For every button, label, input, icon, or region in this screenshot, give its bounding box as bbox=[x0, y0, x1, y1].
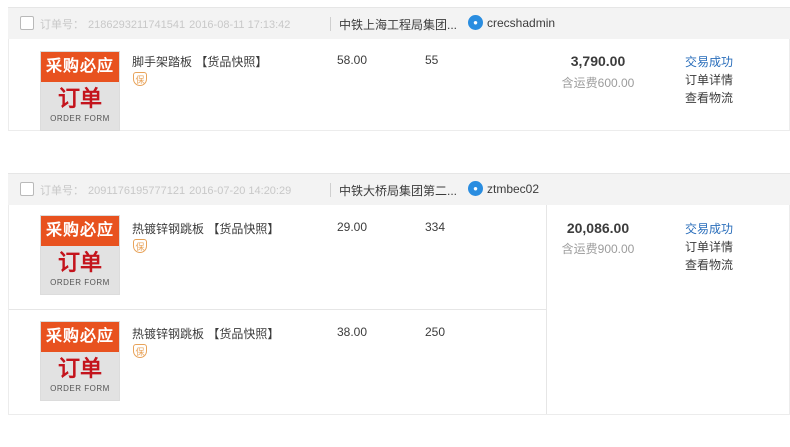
thumb-small-text: ORDER FORM bbox=[50, 384, 110, 393]
product-title: 热镀锌钢跳板 【货品快照】 bbox=[132, 325, 279, 342]
thumb-big-text: 订单 bbox=[57, 250, 102, 275]
thumb-bottom: 订单 ORDER FORM bbox=[41, 352, 119, 400]
order-item-row: 采购必应 订单 ORDER FORM 热镀锌钢跳板 【货品快照】 保 29.00… bbox=[9, 205, 546, 309]
order-no-label: 订单号： bbox=[40, 19, 84, 31]
product-title: 热镀锌钢跳板 【货品快照】 bbox=[132, 220, 279, 237]
thumb-big-text: 订单 bbox=[57, 86, 102, 111]
product-thumbnail[interactable]: 采购必应 订单 ORDER FORM bbox=[40, 51, 120, 131]
order-meta: 订单号： 2091176195777121 2016-07-20 14:20:29 bbox=[40, 182, 295, 198]
order-item-row: 采购必应 订单 ORDER FORM 热镀锌钢跳板 【货品快照】 保 38.00… bbox=[9, 309, 546, 414]
unit-price: 29.00 bbox=[337, 220, 368, 234]
trade-status[interactable]: 交易成功 bbox=[685, 53, 733, 70]
order-card: 订单号： 2186293211741541 2016-08-11 17:13:42 … bbox=[8, 7, 790, 131]
wangwang-chat-icon[interactable]: ● bbox=[468, 15, 483, 30]
order-total: 20,086.00 bbox=[566, 220, 630, 236]
thumb-top-text: 采购必应 bbox=[41, 322, 119, 352]
shield-icon[interactable]: 保 bbox=[133, 344, 147, 358]
trade-status[interactable]: 交易成功 bbox=[685, 220, 733, 237]
thumb-small-text: ORDER FORM bbox=[50, 114, 110, 123]
snapshot-link[interactable]: 【货品快照】 bbox=[207, 327, 279, 341]
product-thumbnail[interactable]: 采购必应 订单 ORDER FORM bbox=[40, 215, 120, 295]
quantity: 250 bbox=[425, 325, 446, 339]
product-title: 脚手架踏板 【货品快照】 bbox=[132, 53, 267, 70]
thumb-small-text: ORDER FORM bbox=[50, 278, 110, 287]
product-name-link[interactable]: 热镀锌钢跳板 bbox=[132, 222, 204, 236]
order-number: 2091176195777121 bbox=[88, 185, 186, 197]
seller-name[interactable]: crecshadmin bbox=[487, 16, 555, 30]
order-header: 订单号： 2091176195777121 2016-07-20 14:20:29 … bbox=[8, 173, 790, 205]
order-detail-link[interactable]: 订单详情 bbox=[685, 71, 733, 88]
thumb-top-text: 采购必应 bbox=[41, 52, 119, 82]
order-meta: 订单号： 2186293211741541 2016-08-11 17:13:42 bbox=[40, 16, 294, 32]
shop-name-link[interactable]: 中铁上海工程局集团... bbox=[339, 16, 457, 33]
order-no-label: 订单号： bbox=[40, 185, 84, 197]
product-thumbnail[interactable]: 采购必应 订单 ORDER FORM bbox=[40, 321, 120, 401]
thumb-bottom: 订单 ORDER FORM bbox=[41, 246, 119, 294]
total-column-divider bbox=[546, 205, 547, 414]
order-time: 2016-07-20 14:20:29 bbox=[189, 185, 292, 197]
header-divider bbox=[330, 183, 331, 197]
shipping-fee: 含运费900.00 bbox=[561, 242, 635, 256]
shield-icon[interactable]: 保 bbox=[133, 239, 147, 253]
wangwang-chat-icon[interactable]: ● bbox=[468, 181, 483, 196]
snapshot-link[interactable]: 【货品快照】 bbox=[195, 55, 267, 69]
header-divider bbox=[330, 17, 331, 31]
order-checkbox[interactable] bbox=[20, 16, 34, 30]
thumb-big-text: 订单 bbox=[57, 356, 102, 381]
unit-price: 58.00 bbox=[337, 53, 368, 67]
order-item-row: 采购必应 订单 ORDER FORM 脚手架踏板 【货品快照】 保 58.00 … bbox=[9, 39, 546, 131]
order-body: 采购必应 订单 ORDER FORM 热镀锌钢跳板 【货品快照】 保 29.00… bbox=[8, 205, 790, 415]
order-header: 订单号： 2186293211741541 2016-08-11 17:13:42 … bbox=[8, 7, 790, 39]
shipping-fee: 含运费600.00 bbox=[561, 76, 635, 90]
logistics-link[interactable]: 查看物流 bbox=[685, 89, 733, 106]
order-card: 订单号： 2091176195777121 2016-07-20 14:20:29 … bbox=[8, 173, 790, 415]
thumb-bottom: 订单 ORDER FORM bbox=[41, 82, 119, 130]
product-name-link[interactable]: 脚手架踏板 bbox=[132, 55, 192, 69]
thumb-top-text: 采购必应 bbox=[41, 216, 119, 246]
order-total: 3,790.00 bbox=[570, 53, 626, 69]
unit-price: 38.00 bbox=[337, 325, 368, 339]
quantity: 334 bbox=[425, 220, 446, 234]
product-name-link[interactable]: 热镀锌钢跳板 bbox=[132, 327, 204, 341]
order-detail-link[interactable]: 订单详情 bbox=[685, 238, 733, 255]
order-body: 采购必应 订单 ORDER FORM 脚手架踏板 【货品快照】 保 58.00 … bbox=[8, 39, 790, 131]
order-number: 2186293211741541 bbox=[88, 19, 186, 31]
shop-name-link[interactable]: 中铁大桥局集团第二... bbox=[339, 182, 457, 199]
snapshot-link[interactable]: 【货品快照】 bbox=[207, 222, 279, 236]
shield-icon[interactable]: 保 bbox=[133, 72, 147, 86]
order-time: 2016-08-11 17:13:42 bbox=[189, 19, 291, 31]
quantity: 55 bbox=[425, 53, 439, 67]
order-checkbox[interactable] bbox=[20, 182, 34, 196]
seller-name[interactable]: ztmbec02 bbox=[487, 182, 539, 196]
logistics-link[interactable]: 查看物流 bbox=[685, 256, 733, 273]
